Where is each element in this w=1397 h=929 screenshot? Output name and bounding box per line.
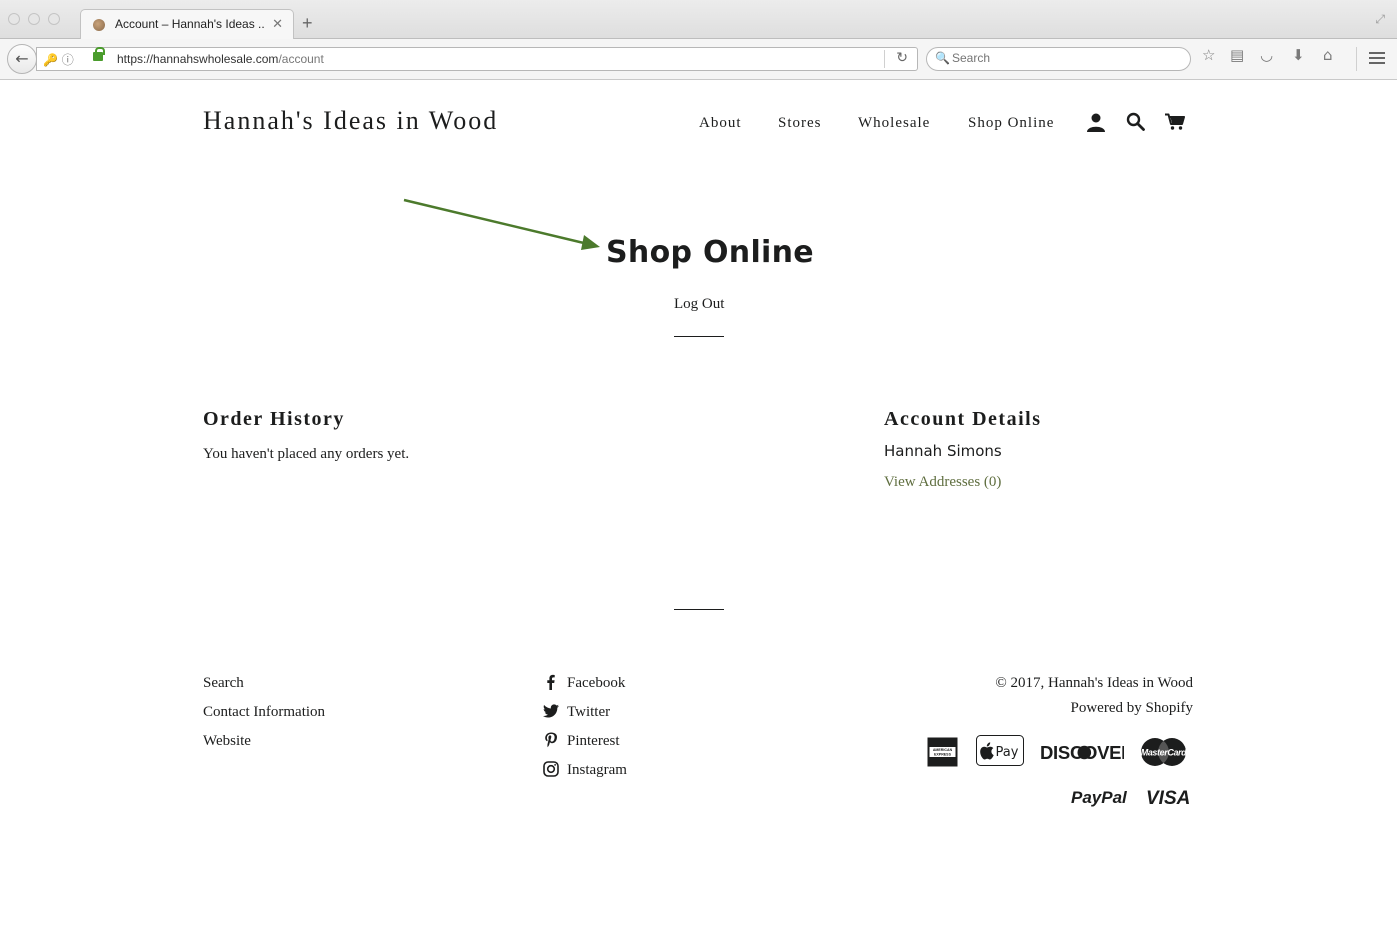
customer-name: Hannah Simons: [884, 442, 1002, 460]
footer-pinterest-link[interactable]: Pinterest: [567, 733, 620, 750]
footer-instagram-link[interactable]: Instagram: [567, 762, 627, 779]
mastercard-icon: MasterCard: [1141, 738, 1187, 766]
site-favicon-icon: [93, 19, 105, 31]
nav-shop-online[interactable]: Shop Online: [968, 115, 1054, 132]
window-zoom-button[interactable]: [48, 13, 60, 25]
no-orders-message: You haven't placed any orders yet.: [203, 446, 410, 462]
identity-icons[interactable]: 🔑 ⓘ: [43, 51, 74, 68]
discover-icon: DISCOVER: [1040, 742, 1124, 763]
account-icon[interactable]: [1086, 112, 1106, 132]
paypal-icon: PayPal: [1071, 788, 1128, 807]
order-history-heading: Order History: [203, 408, 345, 430]
toolbar-separator: [1356, 47, 1357, 71]
tab-title: Account – Hannah's Ideas ...: [115, 17, 265, 31]
mastercard-label: MasterCard: [1141, 747, 1187, 757]
nav-about[interactable]: About: [699, 115, 742, 132]
menu-icon[interactable]: [1369, 52, 1385, 64]
back-button[interactable]: ←: [7, 44, 37, 74]
powered-by-shopify[interactable]: Powered by Shopify: [1071, 700, 1194, 717]
account-details-heading: Account Details: [884, 408, 1042, 430]
view-addresses-link[interactable]: View Addresses (0): [884, 474, 1001, 491]
footer-facebook-link[interactable]: Facebook: [567, 675, 625, 692]
pocket-icon[interactable]: ◡: [1260, 48, 1273, 63]
logout-link[interactable]: Log Out: [674, 296, 724, 313]
new-tab-button[interactable]: +: [302, 14, 313, 32]
browser-tab-account[interactable]: Account – Hannah's Ideas ... ✕: [80, 9, 294, 40]
window-minimize-button[interactable]: [28, 13, 40, 25]
amex-label-1: AMERICAN: [933, 748, 953, 752]
browser-titlebar: Account – Hannah's Ideas ... ✕ + ⤢: [0, 0, 1397, 40]
nav-wholesale[interactable]: Wholesale: [858, 115, 930, 132]
apple-pay-label: Pay: [996, 745, 1019, 760]
nav-stores[interactable]: Stores: [778, 115, 822, 132]
pinterest-icon[interactable]: [543, 732, 559, 748]
fullscreen-icon[interactable]: ⤢: [1375, 12, 1385, 27]
reading-list-icon[interactable]: ▤: [1230, 48, 1244, 63]
search-icon: 🔍: [935, 51, 950, 65]
browser-navbar: 🔑 ⓘ https://hannahswholesale.com/account…: [0, 39, 1397, 80]
search-icon[interactable]: [1126, 112, 1145, 131]
footer-twitter-link[interactable]: Twitter: [567, 704, 610, 721]
divider: [674, 336, 724, 337]
visa-icon: VISA: [1146, 788, 1190, 809]
bookmark-star-icon[interactable]: ☆: [1202, 48, 1215, 63]
browser-search-input[interactable]: [952, 51, 1172, 65]
window-close-button[interactable]: [8, 13, 20, 25]
annotation-arrow: [403, 198, 600, 250]
copyright-text[interactable]: © 2017, Hannah's Ideas in Wood: [995, 675, 1193, 692]
home-icon[interactable]: ⌂: [1323, 48, 1333, 63]
footer-divider: [674, 609, 724, 610]
url-separator: [884, 50, 885, 68]
paypal-label: PayPal: [1071, 788, 1128, 807]
amex-icon: AMERICAN EXPRESS: [927, 737, 958, 767]
reload-icon[interactable]: ↻: [896, 50, 908, 66]
visa-label: VISA: [1146, 788, 1190, 809]
facebook-icon[interactable]: [543, 674, 559, 690]
downloads-icon[interactable]: ⬇: [1292, 48, 1305, 63]
footer-link-website[interactable]: Website: [203, 733, 251, 750]
lock-icon[interactable]: [93, 47, 105, 61]
cart-icon[interactable]: [1165, 113, 1185, 131]
page-title: Shop Online: [606, 235, 814, 270]
apple-pay-icon: Pay: [976, 735, 1024, 766]
footer-link-contact[interactable]: Contact Information: [203, 704, 325, 721]
footer-link-search[interactable]: Search: [203, 675, 244, 692]
site-title[interactable]: Hannah's Ideas in Wood: [203, 106, 498, 136]
address-bar[interactable]: 🔑 ⓘ https://hannahswholesale.com/account…: [36, 47, 918, 71]
instagram-icon[interactable]: [543, 761, 559, 777]
amex-label-2: EXPRESS: [934, 753, 952, 757]
twitter-icon[interactable]: [543, 703, 559, 719]
browser-search-box[interactable]: 🔍: [926, 47, 1191, 71]
tab-close-icon[interactable]: ✕: [272, 16, 283, 32]
url-text[interactable]: https://hannahswholesale.com/account: [117, 52, 324, 66]
